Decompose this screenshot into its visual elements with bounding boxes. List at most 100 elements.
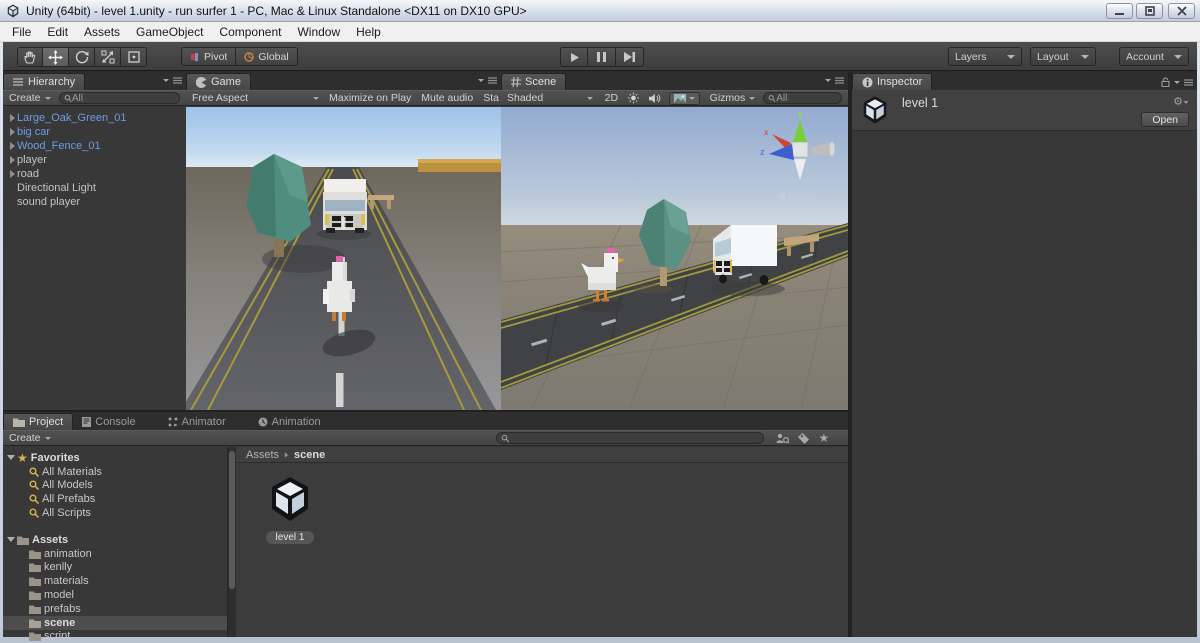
gizmos-dropdown[interactable]: Gizmos: [710, 92, 756, 104]
hierarchy-item[interactable]: player: [3, 153, 186, 167]
tree-folder-selected[interactable]: scene: [3, 616, 227, 630]
play-button[interactable]: [560, 47, 588, 67]
tab-game[interactable]: Game: [186, 73, 251, 90]
scene-search[interactable]: [763, 92, 842, 104]
tab-animator[interactable]: Animator: [159, 413, 235, 430]
panel-dropdown-icon[interactable]: [825, 79, 831, 82]
tab-scene[interactable]: Scene: [501, 73, 566, 90]
hierarchy-item[interactable]: Large_Oak_Green_01: [3, 111, 186, 125]
tree-item[interactable]: All Materials: [3, 465, 227, 479]
panel-menu-icon[interactable]: [1184, 79, 1193, 86]
global-toggle-button[interactable]: Global: [236, 47, 297, 66]
tab-console[interactable]: Console: [73, 413, 144, 430]
rotate-tool-button[interactable]: [69, 47, 95, 67]
tree-folder[interactable]: animation: [3, 547, 227, 561]
favorites-star-icon[interactable]: ★: [819, 431, 830, 445]
panel-dropdown-icon[interactable]: [163, 79, 169, 82]
tree-item[interactable]: All Models: [3, 479, 227, 493]
pause-button[interactable]: [588, 47, 616, 67]
project-create-button[interactable]: Create: [9, 432, 51, 444]
audio-toggle-icon[interactable]: [649, 93, 661, 104]
pivot-toggle-button[interactable]: Pivot: [181, 47, 236, 66]
hierarchy-search[interactable]: [59, 92, 180, 104]
menu-window[interactable]: Window: [289, 23, 348, 41]
layers-dropdown[interactable]: Layers: [948, 47, 1022, 66]
breadcrumb-current[interactable]: scene: [294, 449, 325, 461]
menu-assets[interactable]: Assets: [76, 23, 128, 41]
scene-viewport[interactable]: y x z Persp: [501, 107, 848, 410]
minimize-button[interactable]: [1106, 3, 1133, 19]
gear-icon[interactable]: ⚙: [1173, 95, 1189, 108]
tree-scrollbar-thumb[interactable]: [229, 451, 235, 589]
maximize-button[interactable]: [1136, 3, 1163, 19]
step-button[interactable]: [616, 47, 644, 67]
menu-file[interactable]: File: [4, 23, 39, 41]
hierarchy-search-input[interactable]: [72, 93, 175, 104]
chevron-down-icon[interactable]: [313, 97, 319, 100]
panel-menu-icon[interactable]: [173, 77, 182, 84]
menu-gameobject[interactable]: GameObject: [128, 23, 211, 41]
search-by-type-icon[interactable]: [776, 433, 789, 444]
lighting-toggle-icon[interactable]: [628, 92, 639, 104]
expand-icon[interactable]: [10, 156, 15, 164]
panel-dropdown-icon[interactable]: [478, 79, 484, 82]
expand-icon[interactable]: [10, 142, 15, 150]
menu-component[interactable]: Component: [211, 23, 289, 41]
game-viewport[interactable]: [186, 107, 501, 410]
open-button[interactable]: Open: [1141, 112, 1189, 127]
aspect-dropdown[interactable]: Free Aspect: [192, 92, 313, 104]
hierarchy-item[interactable]: Wood_Fence_01: [3, 139, 186, 153]
stats-toggle[interactable]: Sta: [483, 92, 499, 104]
panel-menu-icon[interactable]: [488, 77, 497, 84]
effects-toggle[interactable]: [669, 92, 700, 105]
tree-folder[interactable]: prefabs: [3, 602, 227, 616]
hierarchy-create-button[interactable]: Create: [9, 92, 51, 104]
breadcrumb-root[interactable]: Assets: [246, 449, 279, 461]
project-search-input[interactable]: [509, 433, 758, 444]
collapse-icon[interactable]: [7, 537, 15, 542]
hierarchy-item[interactable]: big car: [3, 125, 186, 139]
tree-favorites[interactable]: ★ Favorites: [3, 451, 227, 465]
close-button[interactable]: [1168, 3, 1195, 19]
svg-text:x: x: [764, 128, 769, 137]
collapse-icon[interactable]: [7, 455, 15, 460]
expand-icon[interactable]: [10, 170, 15, 178]
hierarchy-item[interactable]: sound player: [3, 195, 186, 209]
lock-icon[interactable]: [1161, 77, 1170, 87]
menu-help[interactable]: Help: [348, 23, 389, 41]
tree-folder[interactable]: kenlly: [3, 561, 227, 575]
panel-dropdown-icon[interactable]: [1174, 81, 1180, 84]
layout-dropdown[interactable]: Layout: [1030, 47, 1096, 66]
scale-tool-button[interactable]: [95, 47, 121, 67]
chevron-down-icon[interactable]: [587, 97, 593, 100]
2d-toggle[interactable]: 2D: [605, 92, 618, 104]
expand-icon[interactable]: [10, 128, 15, 136]
tree-scrollbar[interactable]: [227, 447, 236, 637]
tree-folder[interactable]: materials: [3, 574, 227, 588]
menu-edit[interactable]: Edit: [39, 23, 76, 41]
asset-grid-item[interactable]: level 1: [258, 475, 322, 545]
tab-hierarchy[interactable]: Hierarchy: [3, 73, 85, 90]
project-search[interactable]: [496, 432, 764, 444]
mute-audio-toggle[interactable]: Mute audio: [421, 92, 473, 104]
scene-search-input[interactable]: [776, 93, 837, 104]
expand-icon[interactable]: [10, 114, 15, 122]
maximize-on-play-toggle[interactable]: Maximize on Play: [329, 92, 411, 104]
tab-project[interactable]: Project: [3, 413, 73, 430]
tab-animation[interactable]: Animation: [249, 413, 330, 430]
tree-folder[interactable]: model: [3, 588, 227, 602]
tree-item[interactable]: All Scripts: [3, 506, 227, 520]
tree-item[interactable]: All Prefabs: [3, 492, 227, 506]
tree-assets-root[interactable]: Assets: [3, 533, 227, 547]
account-dropdown[interactable]: Account: [1119, 47, 1189, 66]
hierarchy-item[interactable]: road: [3, 167, 186, 181]
rect-tool-button[interactable]: [121, 47, 147, 67]
tree-folder[interactable]: script: [3, 630, 227, 643]
hierarchy-item[interactable]: Directional Light: [3, 181, 186, 195]
shading-mode-dropdown[interactable]: Shaded: [507, 92, 587, 104]
search-by-label-icon[interactable]: [798, 433, 810, 444]
panel-menu-icon[interactable]: [835, 77, 844, 84]
tab-inspector[interactable]: Inspector: [852, 73, 932, 90]
move-tool-button[interactable]: [43, 47, 69, 67]
hand-tool-button[interactable]: [17, 47, 43, 67]
